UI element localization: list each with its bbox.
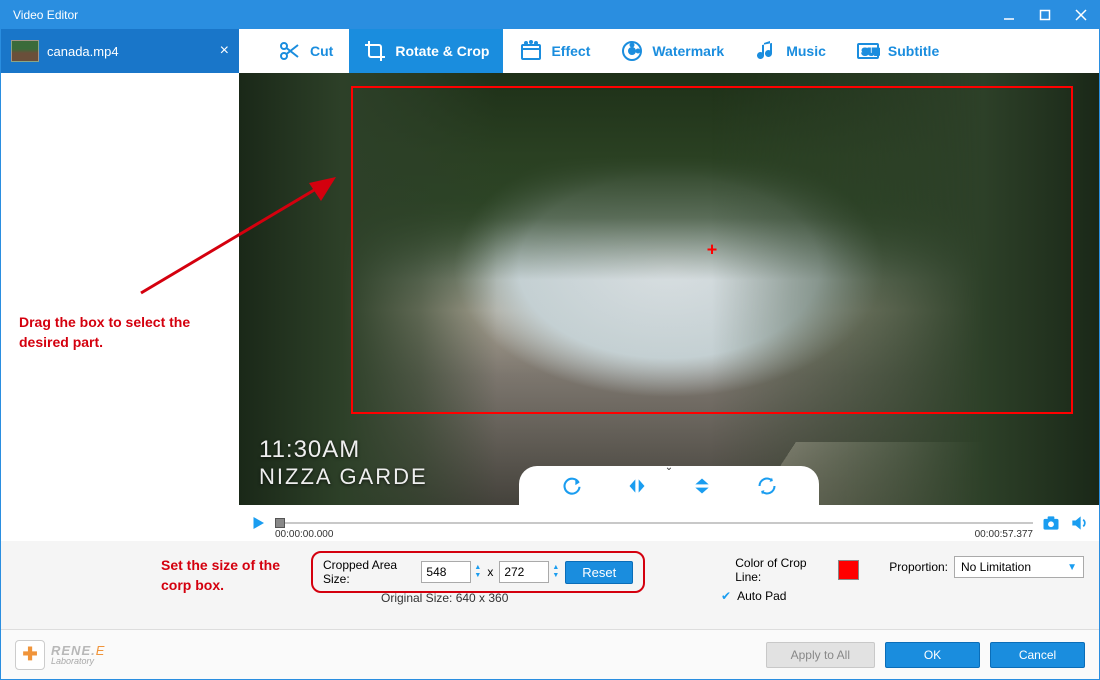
rotate-flip-dock: ⌄ — [519, 466, 819, 505]
width-spinner[interactable]: ▲▼ — [474, 564, 481, 580]
proportion-value: No Limitation — [961, 560, 1031, 574]
height-spinner[interactable]: ▲▼ — [552, 564, 559, 580]
tab-label: Rotate & Crop — [395, 43, 489, 59]
play-button[interactable] — [249, 514, 267, 532]
time-start: 00:00:00.000 — [275, 529, 333, 540]
crop-center-icon: + — [707, 240, 718, 261]
maximize-button[interactable] — [1027, 1, 1063, 29]
tab-effect[interactable]: Effect — [505, 29, 604, 73]
color-label: Color of Crop Line: — [735, 556, 832, 584]
annotation-set-size: Set the size of the corp box. — [161, 556, 301, 595]
tab-label: Watermark — [652, 43, 724, 59]
effect-icon — [519, 39, 543, 63]
dock-collapse-icon[interactable]: ⌄ — [665, 462, 673, 473]
apply-to-all-button[interactable]: Apply to All — [766, 642, 875, 668]
video-watermark-text: 11:30AM NIZZA GARDE — [259, 436, 428, 490]
proportion-label: Proportion: — [889, 560, 948, 574]
tab-label: Subtitle — [888, 43, 939, 59]
tabsbar: canada.mp4 × Cut Rotate & Crop Effect Wa… — [1, 29, 1099, 73]
tab-cut[interactable]: Cut — [264, 29, 347, 73]
timeline-track[interactable]: 00:00:00.000 00:00:57.377 — [275, 515, 1033, 531]
music-icon — [754, 39, 778, 63]
preview-panel: 11:30AM NIZZA GARDE + ⌄ 00:00:00.000 00:… — [239, 73, 1099, 541]
refresh-button[interactable] — [753, 472, 781, 500]
file-name: canada.mp4 — [47, 44, 119, 59]
svg-text:SUB: SUB — [862, 47, 880, 57]
time-end: 00:00:57.377 — [975, 529, 1033, 540]
flip-horizontal-button[interactable] — [623, 472, 651, 500]
crop-height-input[interactable] — [499, 561, 549, 583]
logo-icon: ✚ — [15, 640, 45, 670]
sidebar: Drag the box to select the desired part. — [1, 73, 239, 541]
crop-width-input[interactable] — [421, 561, 471, 583]
brand-logo: ✚ RENE.E Laboratory — [15, 640, 104, 670]
file-tab[interactable]: canada.mp4 × — [1, 29, 239, 73]
annotation-drag-box: Drag the box to select the desired part. — [19, 313, 219, 352]
rotate-cw-button[interactable] — [558, 472, 586, 500]
bottom-bar: ✚ RENE.E Laboratory Apply to All OK Canc… — [1, 629, 1099, 679]
subtitle-icon: SUB — [856, 39, 880, 63]
close-button[interactable] — [1063, 1, 1099, 29]
crop-icon — [363, 39, 387, 63]
tab-label: Music — [786, 43, 826, 59]
settings-row: Set the size of the corp box. Cropped Ar… — [1, 541, 1099, 611]
cancel-button[interactable]: Cancel — [990, 642, 1085, 668]
x-separator: x — [487, 565, 493, 579]
ok-button[interactable]: OK — [885, 642, 980, 668]
crop-rectangle[interactable]: + — [351, 86, 1073, 414]
video-preview[interactable]: 11:30AM NIZZA GARDE + ⌄ — [239, 73, 1099, 505]
auto-pad-label: Auto Pad — [737, 589, 786, 603]
volume-button[interactable] — [1069, 513, 1089, 533]
timeline-knob[interactable] — [275, 518, 285, 528]
tab-music[interactable]: Music — [740, 29, 840, 73]
flip-vertical-button[interactable] — [688, 472, 716, 500]
minimize-button[interactable] — [991, 1, 1027, 29]
checkmark-icon: ✔ — [721, 589, 731, 603]
tab-rotate-crop[interactable]: Rotate & Crop — [349, 29, 503, 73]
titlebar: Video Editor — [1, 1, 1099, 29]
file-thumbnail — [11, 40, 39, 62]
file-tab-close-icon[interactable]: × — [220, 42, 229, 60]
chevron-down-icon: ▼ — [1067, 562, 1077, 573]
tab-subtitle[interactable]: SUB Subtitle — [842, 29, 953, 73]
timeline: 00:00:00.000 00:00:57.377 — [239, 505, 1099, 541]
reset-button[interactable]: Reset — [565, 561, 633, 584]
auto-pad-checkbox[interactable]: ✔ Auto Pad — [721, 589, 786, 603]
snapshot-button[interactable] — [1041, 513, 1061, 533]
crop-size-group: Cropped Area Size: ▲▼ x ▲▼ Reset — [311, 551, 645, 593]
tab-label: Effect — [551, 43, 590, 59]
crop-line-color-swatch[interactable] — [838, 560, 859, 580]
watermark-icon — [620, 39, 644, 63]
window-title: Video Editor — [13, 8, 78, 22]
cropped-area-label: Cropped Area Size: — [323, 558, 415, 586]
scissors-icon — [278, 39, 302, 63]
tab-label: Cut — [310, 43, 333, 59]
proportion-select[interactable]: No Limitation ▼ — [954, 556, 1084, 578]
tab-watermark[interactable]: Watermark — [606, 29, 738, 73]
original-size-label: Original Size: 640 x 360 — [381, 591, 508, 605]
